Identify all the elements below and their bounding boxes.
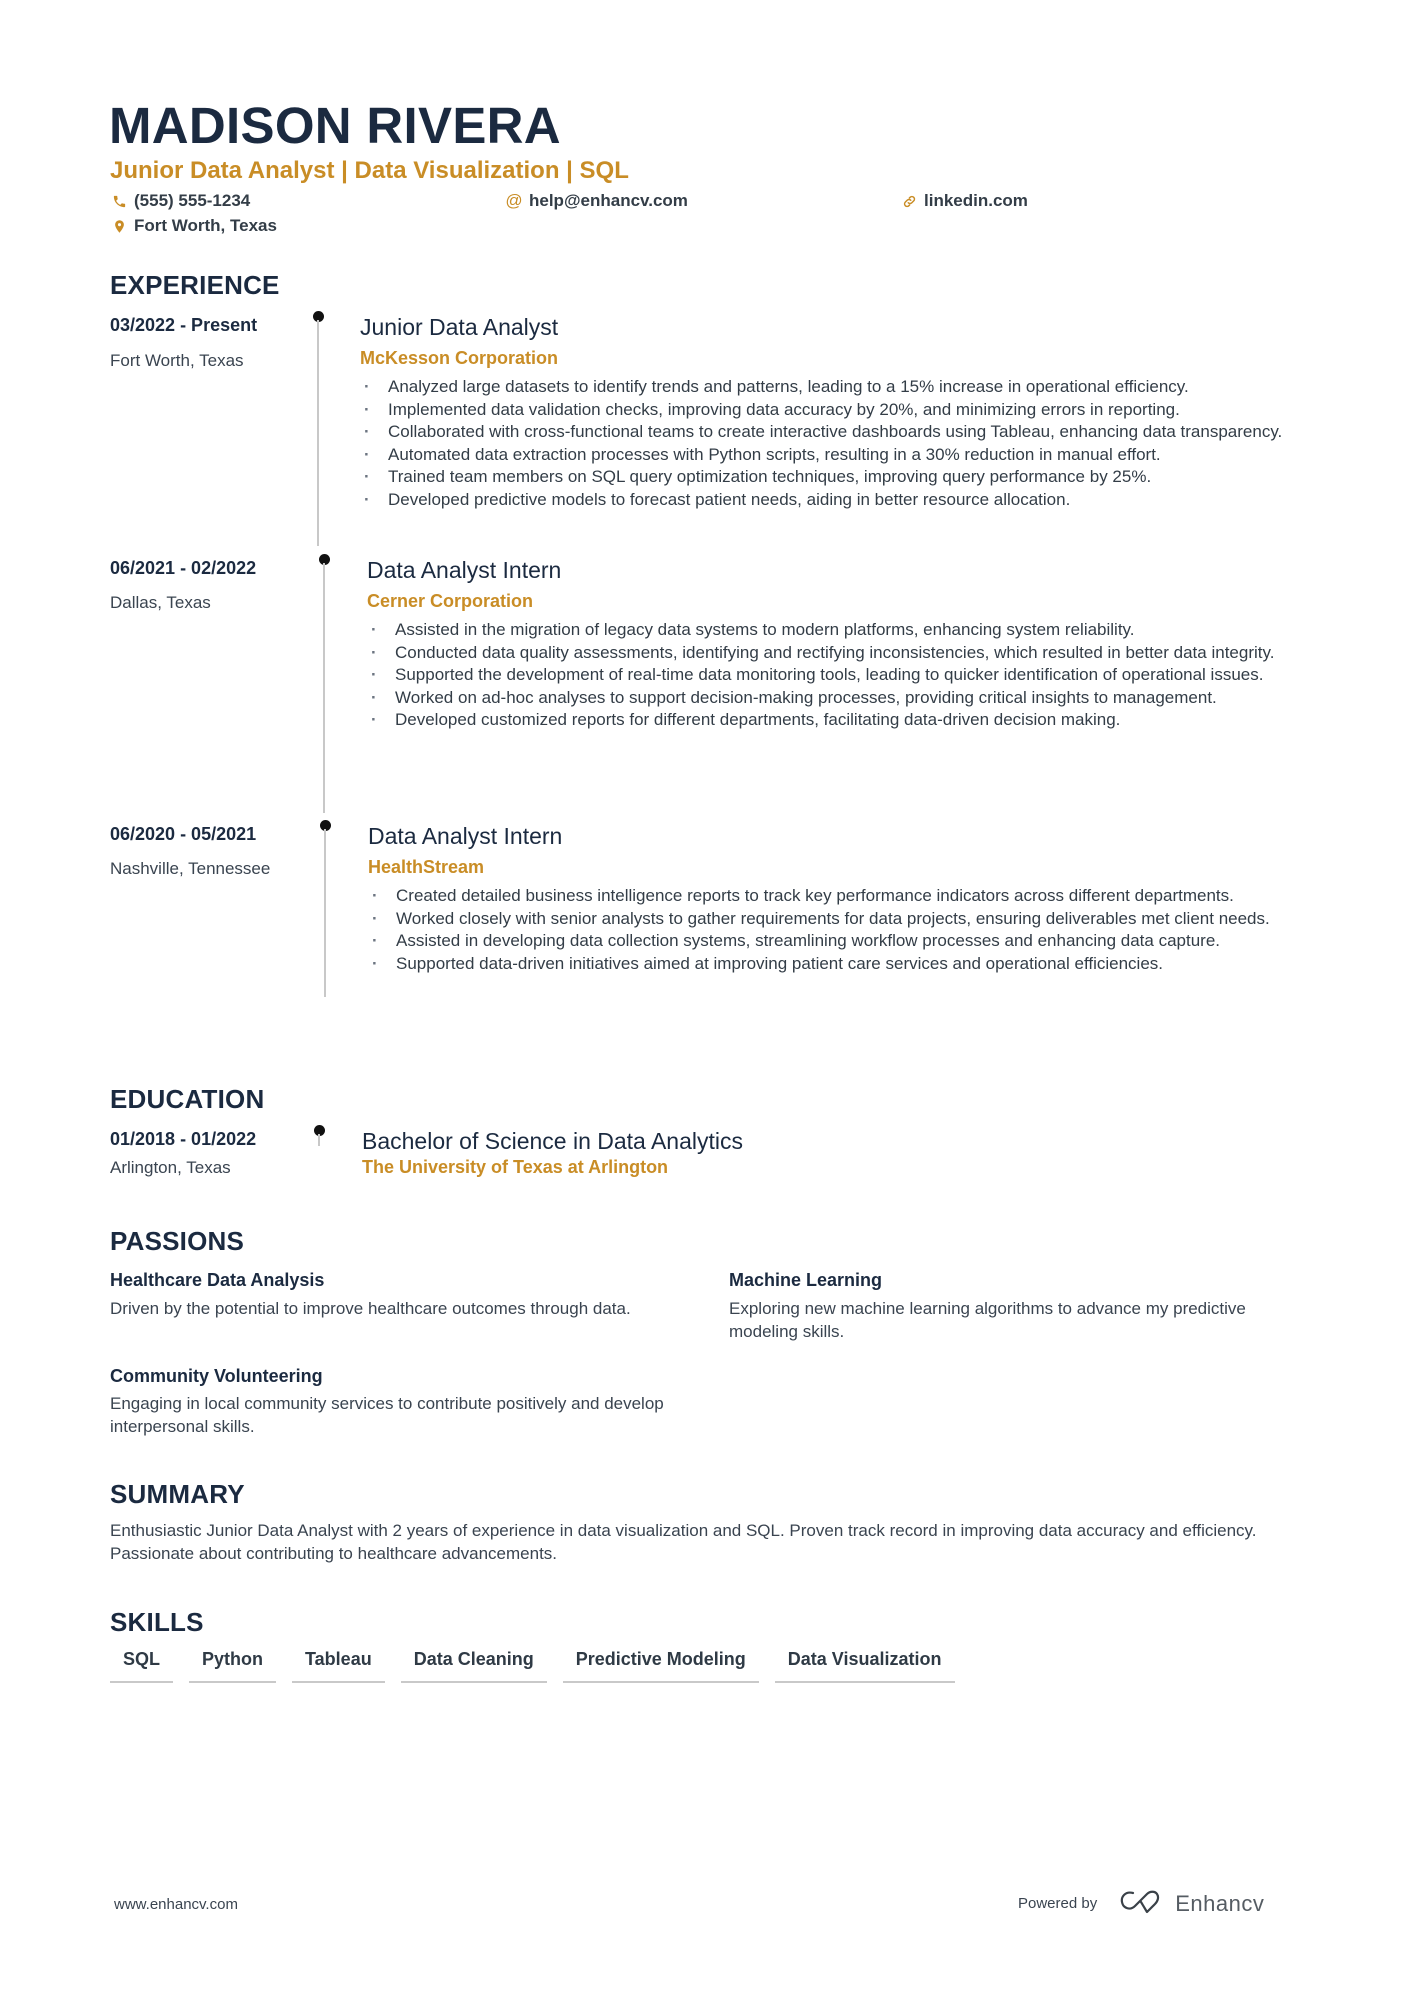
passion-description: Exploring new machine learning algorithm… <box>729 1299 1246 1341</box>
degree-name: Bachelor of Science in Data Analytics <box>362 1128 743 1154</box>
job-title: Junior Data Analyst <box>360 314 559 340</box>
job-bullets: Created detailed business intelligence r… <box>368 885 1308 975</box>
passion-description: Driven by the potential to improve healt… <box>110 1299 631 1318</box>
skill-tag: Data Cleaning <box>400 1647 547 1683</box>
company-name: HealthStream <box>368 857 485 877</box>
phone-text[interactable]: (555) 555-1234 <box>134 190 250 212</box>
job-dates: 06/2020 - 05/2021 <box>110 824 257 844</box>
job-bullets: Assisted in the migration of legacy data… <box>367 619 1307 732</box>
skill-tag: Tableau <box>292 1647 385 1683</box>
summary-text: Enthusiastic Junior Data Analyst with 2 … <box>110 1521 1257 1563</box>
skill-tag: SQL <box>110 1647 174 1683</box>
bullet-item: Automated data extraction processes with… <box>360 444 1310 467</box>
at-icon: @ <box>505 191 523 210</box>
company-name: Cerner Corporation <box>367 591 534 611</box>
location-pin-icon <box>111 218 127 234</box>
linkedin-text[interactable]: linkedin.com <box>924 190 1028 212</box>
skills-list: SQL Python Tableau Data Cleaning Predict… <box>110 1647 955 1683</box>
job-bullets: Analyzed large datasets to identify tren… <box>360 376 1310 512</box>
enhancv-brand[interactable]: Enhancv <box>1119 1888 1264 1919</box>
footer-branding: Powered by Enhancv <box>1018 1888 1264 1919</box>
bullet-item: Implemented data validation checks, impr… <box>360 399 1310 422</box>
bullet-item: Developed predictive models to forecast … <box>360 489 1310 512</box>
candidate-name: MADISON RIVERA <box>109 97 561 154</box>
summary-heading: SUMMARY <box>110 1479 245 1509</box>
contact-location: Fort Worth, Texas <box>111 215 277 237</box>
passion-title: Community Volunteering <box>110 1366 323 1386</box>
company-name: McKesson Corporation <box>360 348 559 368</box>
job-location: Dallas, Texas <box>110 593 211 612</box>
candidate-headline: Junior Data Analyst | Data Visualization… <box>110 157 629 184</box>
timeline-line <box>324 829 326 997</box>
bullet-item: Analyzed large datasets to identify tren… <box>360 376 1310 399</box>
enhancv-wordmark: Enhancv <box>1175 1890 1265 1916</box>
bullet-item: Supported data-driven initiatives aimed … <box>368 953 1308 976</box>
contact-linkedin: linkedin.com <box>901 190 1028 212</box>
bullet-item: Conducted data quality assessments, iden… <box>367 642 1307 665</box>
bullet-item: Trained team members on SQL query optimi… <box>360 466 1310 489</box>
phone-icon <box>111 193 127 209</box>
contact-phone: (555) 555-1234 <box>111 190 250 212</box>
job-location: Fort Worth, Texas <box>110 351 244 370</box>
education-location: Arlington, Texas <box>110 1158 231 1177</box>
skills-heading: SKILLS <box>110 1607 204 1637</box>
job-title: Data Analyst Intern <box>367 557 562 583</box>
job-location: Nashville, Tennessee <box>110 859 271 878</box>
experience-heading: EXPERIENCE <box>110 270 280 300</box>
passion-title: Healthcare Data Analysis <box>110 1270 325 1290</box>
bullet-item: Created detailed business intelligence r… <box>368 885 1308 908</box>
skill-tag: Data Visualization <box>774 1647 955 1683</box>
school-name: The University of Texas at Arlington <box>362 1157 669 1177</box>
bullet-item: Supported the development of real-time d… <box>367 664 1307 687</box>
contact-email: @ help@enhancv.com <box>505 190 688 212</box>
link-icon <box>901 193 917 209</box>
education-dates: 01/2018 - 01/2022 <box>110 1129 257 1149</box>
job-title: Data Analyst Intern <box>368 823 563 849</box>
location-text: Fort Worth, Texas <box>134 216 277 235</box>
powered-by-label: Powered by <box>1018 1895 1098 1912</box>
job-dates: 03/2022 - Present <box>110 315 258 335</box>
bullet-item: Collaborated with cross-functional teams… <box>360 421 1310 444</box>
bullet-item: Worked on ad-hoc analyses to support dec… <box>367 687 1307 710</box>
timeline-line <box>317 320 319 546</box>
bullet-item: Developed customized reports for differe… <box>367 709 1307 732</box>
email-text[interactable]: help@enhancv.com <box>529 190 688 212</box>
passion-title: Machine Learning <box>729 1270 883 1290</box>
footer-website-link[interactable]: www.enhancv.com <box>114 1896 238 1913</box>
bullet-item: Assisted in developing data collection s… <box>368 930 1308 953</box>
timeline-line <box>318 1134 320 1146</box>
enhancv-logo-icon <box>1119 1888 1165 1919</box>
job-dates: 06/2021 - 02/2022 <box>110 558 257 578</box>
bullet-item: Assisted in the migration of legacy data… <box>367 619 1307 642</box>
bullet-item: Worked closely with senior analysts to g… <box>368 908 1308 931</box>
passions-heading: PASSIONS <box>110 1226 245 1256</box>
skill-tag: Predictive Modeling <box>562 1647 759 1683</box>
education-heading: EDUCATION <box>110 1084 265 1114</box>
skill-tag: Python <box>189 1647 277 1683</box>
timeline-line <box>323 563 325 813</box>
passion-description: Engaging in local community services to … <box>110 1394 664 1436</box>
